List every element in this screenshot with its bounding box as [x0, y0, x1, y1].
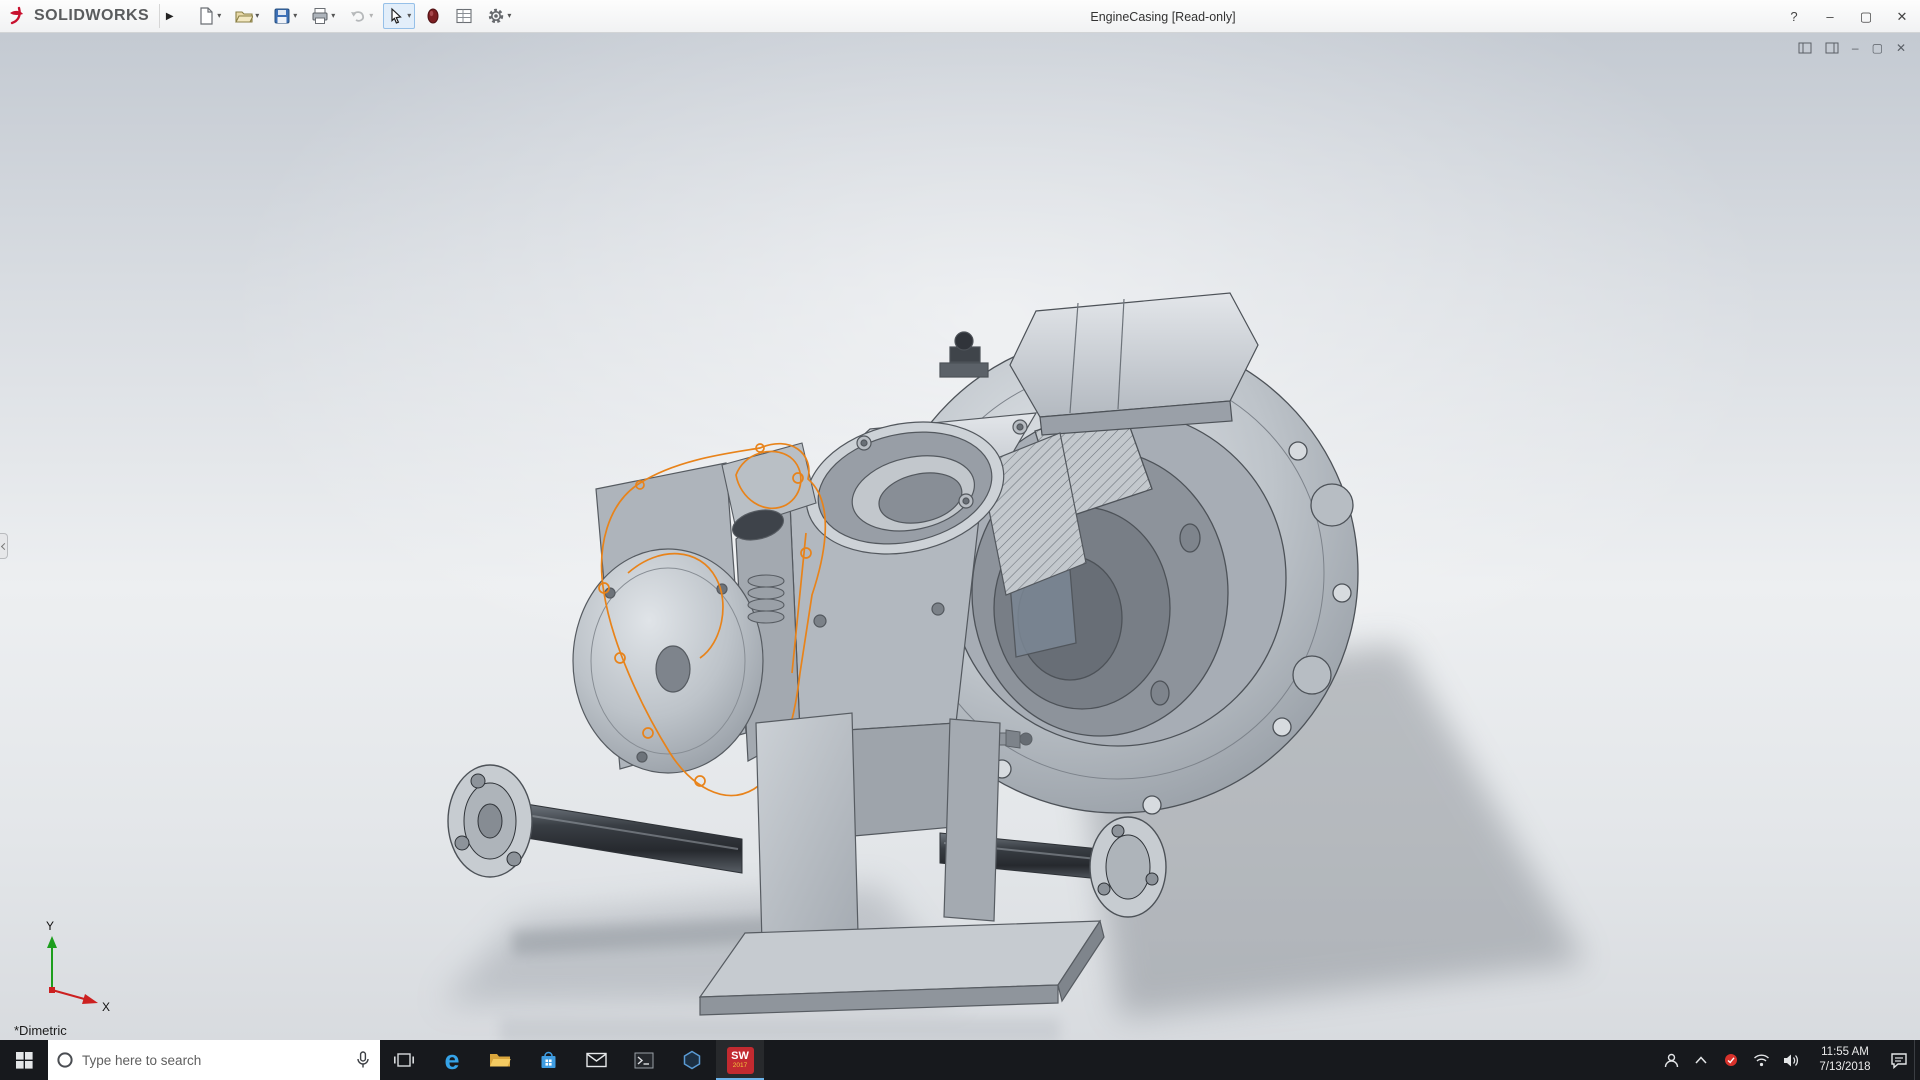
close-button[interactable]: ✕ — [1884, 0, 1920, 33]
pane-left-icon[interactable] — [1798, 42, 1812, 54]
document-window-controls: – ▢ ✕ — [1798, 41, 1906, 55]
chevron-down-icon[interactable]: ▾ — [369, 12, 373, 20]
terminal-icon — [634, 1052, 654, 1068]
hidden-icons-button[interactable] — [1686, 1040, 1716, 1080]
edge-button[interactable]: e — [428, 1040, 476, 1080]
chevron-down-icon[interactable]: ▾ — [217, 12, 221, 20]
network-button[interactable] — [1746, 1040, 1776, 1080]
engine-casing-model[interactable] — [0, 33, 1920, 1040]
app-titlebar: SOLIDWORKS ▶ ▾ ▾ ▾ ▾ ▾ ▾ ▾ EngineCasing … — [0, 0, 1920, 33]
volume-button[interactable] — [1776, 1040, 1806, 1080]
help-button[interactable]: ? — [1776, 0, 1812, 33]
task-pane-handle[interactable] — [0, 533, 8, 559]
pane-right-icon[interactable] — [1825, 42, 1839, 54]
microphone-icon[interactable] — [356, 1051, 370, 1069]
open-document-button[interactable]: ▾ — [231, 3, 263, 29]
undo-icon — [351, 11, 365, 22]
undo-button[interactable]: ▾ — [345, 3, 377, 29]
clock-date: 7/13/2018 — [1819, 1061, 1871, 1073]
chevron-down-icon[interactable]: ▾ — [407, 12, 411, 20]
chevron-down-icon[interactable]: ▾ — [255, 12, 259, 20]
save-icon — [274, 8, 290, 24]
taskbar-search[interactable] — [48, 1040, 380, 1080]
solidworks-logo: SOLIDWORKS — [0, 6, 159, 26]
doc-restore-button[interactable]: ▢ — [1872, 41, 1883, 55]
start-button[interactable] — [0, 1040, 48, 1080]
action-center-icon — [1891, 1052, 1907, 1069]
people-button[interactable] — [1656, 1040, 1686, 1080]
taskbar-clock[interactable]: 11:55 AM 7/13/2018 — [1806, 1040, 1884, 1080]
chevron-down-icon[interactable]: ▾ — [293, 12, 297, 20]
ds-logo-icon — [10, 6, 23, 25]
minimize-button[interactable]: – — [1812, 0, 1848, 33]
file-explorer-button[interactable] — [476, 1040, 524, 1080]
axis-x-label: X — [102, 1000, 110, 1012]
mail-icon — [585, 1052, 607, 1068]
options-sheet-icon — [456, 8, 472, 24]
network-icon — [1753, 1054, 1769, 1067]
store-icon — [541, 1051, 555, 1068]
system-tray: 11:55 AM 7/13/2018 — [1656, 1040, 1920, 1080]
antivirus-icon — [1725, 1054, 1737, 1066]
menu-expand-button[interactable]: ▶ — [159, 4, 179, 28]
doc-minimize-button[interactable]: – — [1852, 41, 1859, 55]
select-tool-button[interactable]: ▾ — [383, 3, 416, 29]
antivirus-button[interactable] — [1716, 1040, 1746, 1080]
edge-icon: e — [444, 1044, 460, 1075]
chevron-up-icon — [1695, 1056, 1707, 1064]
document-title: EngineCasing [Read-only] — [1090, 9, 1236, 24]
options-sheet-button[interactable] — [451, 3, 477, 29]
axis-y-label: Y — [46, 919, 54, 933]
solidworks-app-icon: SW 2017 — [726, 1046, 754, 1074]
cortana-icon — [57, 1052, 73, 1068]
main-toolbar: ▾ ▾ ▾ ▾ ▾ ▾ ▾ — [193, 3, 515, 29]
search-input[interactable] — [82, 1052, 348, 1068]
left-support-rod[interactable] — [447, 764, 743, 878]
render-tools-button[interactable] — [421, 3, 445, 29]
show-desktop-button[interactable] — [1914, 1040, 1920, 1080]
open-document-icon — [235, 11, 254, 23]
settings-button[interactable]: ▾ — [483, 3, 515, 29]
doc-close-button[interactable]: ✕ — [1896, 41, 1906, 55]
solidworks-taskbar-button[interactable]: SW 2017 — [716, 1040, 764, 1080]
new-document-button[interactable]: ▾ — [193, 3, 225, 29]
hex-app-icon — [683, 1050, 701, 1070]
chevron-down-icon[interactable]: ▾ — [331, 12, 335, 20]
chevron-down-icon[interactable]: ▾ — [507, 12, 511, 20]
clock-time: 11:55 AM — [1821, 1046, 1869, 1059]
print-button[interactable]: ▾ — [307, 3, 339, 29]
hex-app-button[interactable] — [668, 1040, 716, 1080]
windows-taskbar: e SW — [0, 1040, 1920, 1080]
maximize-button[interactable]: ▢ — [1848, 0, 1884, 33]
save-button[interactable]: ▾ — [269, 3, 301, 29]
view-orientation-label: *Dimetric — [14, 1023, 67, 1038]
print-icon — [312, 8, 328, 24]
terminal-button[interactable] — [620, 1040, 668, 1080]
gear-icon — [489, 8, 504, 24]
task-view-icon — [394, 1053, 414, 1067]
volume-icon — [1783, 1054, 1798, 1066]
mail-button[interactable] — [572, 1040, 620, 1080]
task-view-button[interactable] — [380, 1040, 428, 1080]
select-cursor-icon — [391, 7, 403, 24]
action-center-button[interactable] — [1884, 1040, 1914, 1080]
brand-name: SOLIDWORKS — [34, 7, 150, 24]
people-icon — [1664, 1053, 1678, 1067]
new-document-icon — [200, 7, 213, 25]
graphics-viewport[interactable]: – ▢ ✕ Y X *Dimetric — [0, 33, 1920, 1040]
render-tools-icon — [427, 8, 439, 24]
windows-logo-icon — [15, 1051, 33, 1069]
store-button[interactable] — [524, 1040, 572, 1080]
window-controls: ? – ▢ ✕ — [1776, 0, 1920, 33]
file-explorer-icon — [490, 1054, 511, 1067]
orientation-triad: Y X — [46, 919, 110, 1012]
